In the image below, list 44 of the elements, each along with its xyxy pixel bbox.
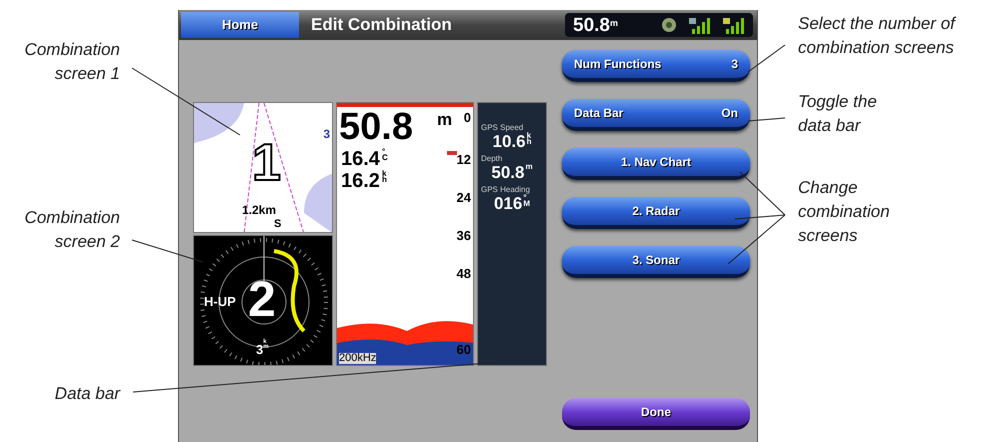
leader-line — [748, 118, 786, 122]
depth-scale-label: 36 — [456, 229, 471, 242]
callout-text: Combination screen 1 — [24, 39, 120, 85]
callout-text: Data bar — [54, 383, 120, 405]
radar-mode: H-UP — [204, 293, 236, 311]
screen-button[interactable]: 3. Sonar — [562, 246, 750, 278]
setting-button[interactable]: Data Bar On — [562, 99, 750, 131]
unit-label: k h — [382, 171, 387, 184]
data-field-label: GPS Heading — [481, 185, 531, 194]
map-label: 3 — [323, 126, 330, 143]
data-field-label: Depth — [481, 154, 504, 164]
callout-text: Select the number of combination screens — [798, 13, 958, 59]
callout-text: Combination screen 2 — [24, 207, 120, 253]
screen-number: 2 — [248, 274, 276, 324]
frequency-label: 200kHz — [339, 353, 376, 364]
depth-reading: 50.8 — [339, 108, 413, 146]
callout-text: Toggle the data bar — [798, 91, 878, 137]
home-button[interactable]: Home — [181, 12, 299, 38]
leader-line — [132, 240, 204, 262]
gps-status-icon — [661, 17, 677, 33]
screen-button[interactable]: 2. Radar — [562, 197, 750, 229]
depth-scale-label: 12 — [456, 153, 471, 166]
leader-line — [748, 44, 786, 72]
signal-icon — [723, 16, 745, 34]
window-title: Edit Combination — [311, 14, 453, 36]
depth-scale-label: 60 — [456, 343, 471, 356]
done-button[interactable]: Done — [562, 398, 750, 430]
unit-label: ° C — [382, 149, 388, 162]
depth-scale-label: 48 — [456, 267, 471, 280]
callout-text: Change combination screens — [798, 177, 891, 247]
map-scale: 1.2km — [242, 202, 276, 219]
setting-button[interactable]: Num Functions 3 — [562, 50, 750, 82]
depth-reading: 50.8$^{m}$ — [573, 16, 618, 34]
unit-label: ° M — [523, 195, 530, 208]
compass-label: S — [274, 219, 282, 230]
data-field-label: GPS Speed — [481, 123, 524, 133]
unit-label: m — [437, 111, 452, 128]
unit-label: m — [525, 164, 533, 170]
unit-label: k h — [526, 133, 532, 146]
screen-number: 1 — [252, 137, 281, 189]
signal-icon — [689, 16, 711, 34]
depth-scale-label: 24 — [456, 191, 471, 204]
screen-button[interactable]: 1. Nav Chart — [562, 148, 750, 180]
depth-scale-label: 0 — [464, 111, 471, 124]
